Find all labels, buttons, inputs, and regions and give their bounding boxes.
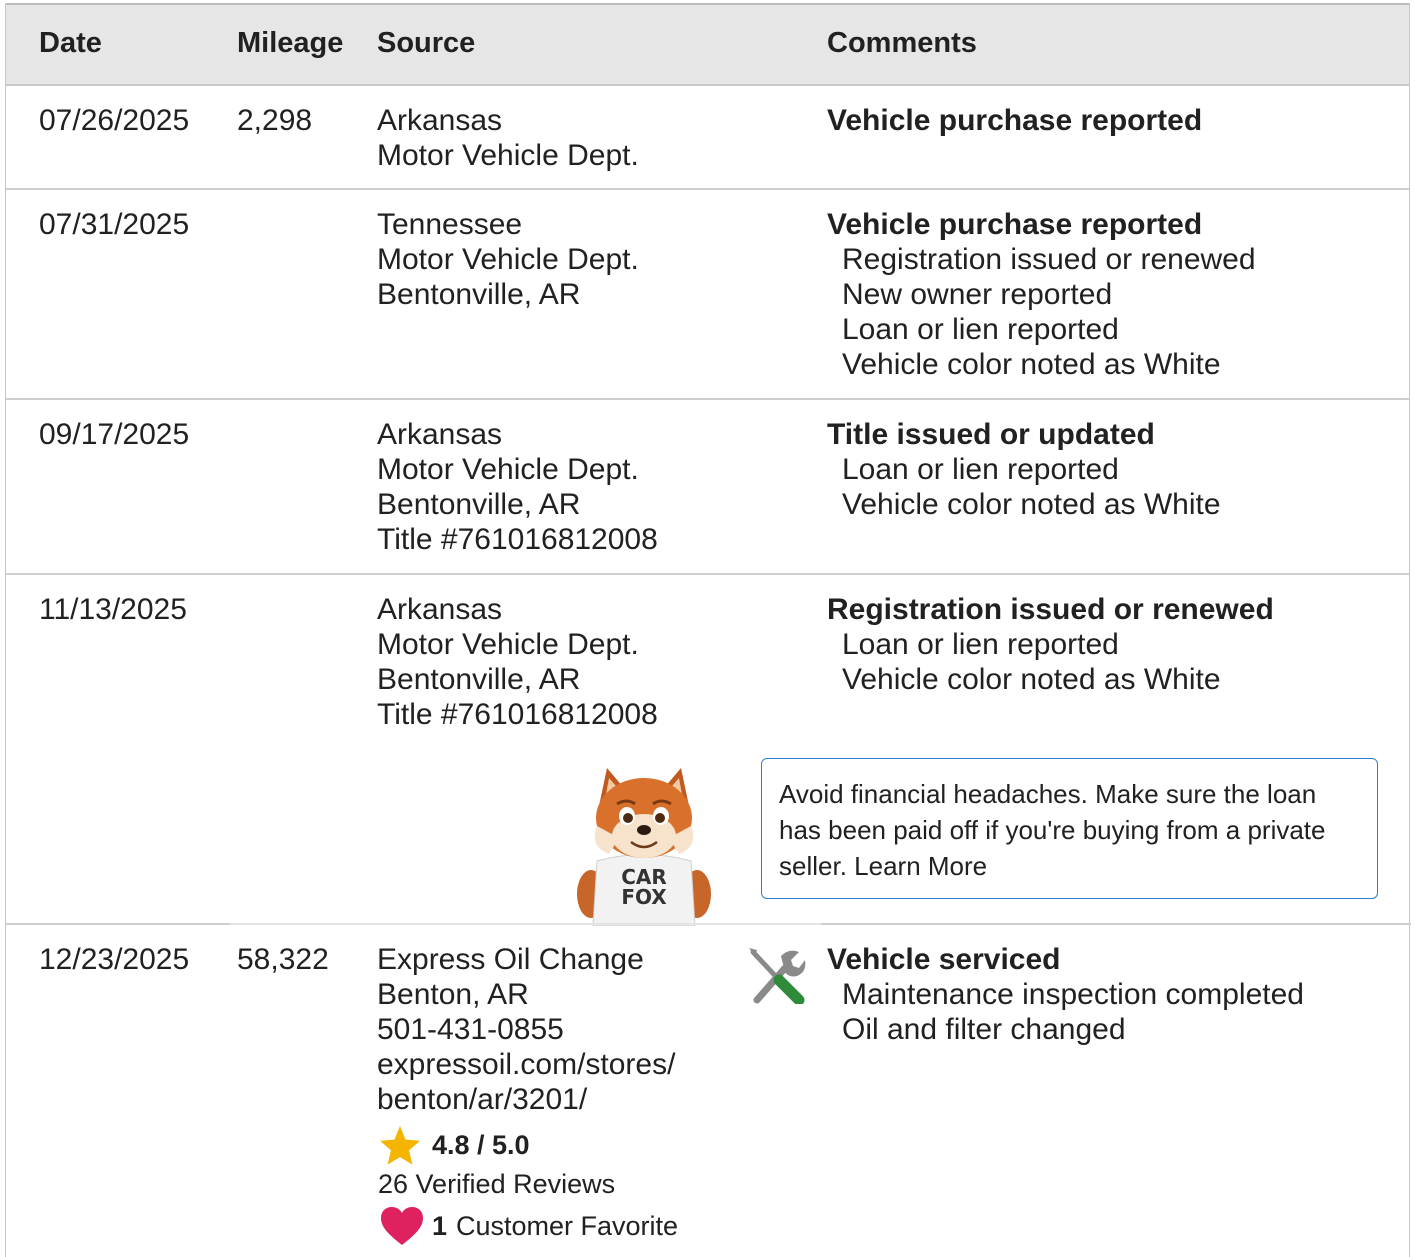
comment-detail: Vehicle color noted as White [842,348,1221,381]
row-date: 12/23/2025 [39,943,190,976]
source-line: Tennessee [377,208,523,241]
comment-title: Vehicle purchase reported [827,104,1203,137]
carfox-mascot-icon: CAR FOX [577,768,711,926]
table-header: Date Mileage Source Comments [6,3,1409,86]
row-mileage: 2,298 [237,104,313,137]
wrench-screwdriver-icon [749,948,806,1004]
comment-detail: Loan or lien reported [842,628,1119,661]
table-row: 12/23/2025 58,322 Express Oil Change Ben… [6,925,1409,1257]
row-source: Express Oil Change Benton, AR 501-431-08… [377,942,675,1117]
source-line: Title #761016812008 [377,523,658,556]
comment-detail: Vehicle color noted as White [842,663,1221,696]
header-mileage: Mileage [237,27,344,59]
mascot-shirt-line2: FOX [621,885,667,909]
learn-more-link[interactable]: Learn More [854,851,987,881]
comment-detail: Vehicle color noted as White [842,488,1221,521]
row-source: Arkansas Motor Vehicle Dept. [377,103,639,173]
header-comments: Comments [827,27,977,59]
source-line: Motor Vehicle Dept. [377,139,639,172]
source-line: Arkansas [377,104,503,137]
comment-title: Registration issued or renewed [827,593,1274,626]
comment-title: Title issued or updated [827,418,1155,451]
comment-detail: Loan or lien reported [842,313,1119,346]
source-line: Arkansas [377,593,503,626]
row-date: 07/26/2025 [39,104,190,137]
comment-detail: Oil and filter changed [842,1013,1126,1046]
row-comments: Registration issued or renewed Loan or l… [827,592,1274,697]
source-phone: 501-431-0855 [377,1013,564,1046]
comment-detail: Loan or lien reported [842,453,1119,486]
heart-icon [381,1207,423,1245]
row-comments: Vehicle purchase reported Registration i… [827,207,1256,382]
source-line: Bentonville, AR [377,278,581,311]
comment-detail: New owner reported [842,278,1113,311]
vehicle-history-table: Date Mileage Source Comments 07/26/2025 … [5,3,1411,1257]
source-line: Motor Vehicle Dept. [377,453,639,486]
comment-title: Vehicle purchase reported [827,208,1203,241]
row-date: 09/17/2025 [39,418,190,451]
source-line: Benton, AR [377,978,529,1011]
source-shop-name: Express Oil Change [377,943,644,976]
comment-detail: Registration issued or renewed [842,243,1256,276]
header-source: Source [377,27,476,59]
table-row: 09/17/2025 Arkansas Motor Vehicle Dept. … [6,400,1409,573]
star-icon [380,1126,420,1165]
comment-detail: Maintenance inspection completed [842,978,1304,1011]
favorite-count: 1 [432,1211,448,1241]
source-url-line[interactable]: expressoil.com/stores/ [377,1047,675,1082]
row-source: Arkansas Motor Vehicle Dept. Bentonville… [377,592,658,732]
loan-advice-callout: Avoid financial headaches. Make sure the… [761,758,1378,899]
row-comments: Vehicle serviced Maintenance inspection … [827,942,1304,1047]
table-row: 07/31/2025 Tennessee Motor Vehicle Dept.… [6,190,1409,399]
source-line: Bentonville, AR [377,663,581,696]
table-row: 07/26/2025 2,298 Arkansas Motor Vehicle … [6,86,1409,189]
source-line: Motor Vehicle Dept. [377,628,639,661]
comment-title: Vehicle serviced [827,943,1061,976]
row-mileage: 58,322 [237,943,329,976]
rating-value: 4.8 / 5.0 [432,1130,530,1160]
row-source: Tennessee Motor Vehicle Dept. Bentonvill… [377,207,639,312]
row-comments: Vehicle purchase reported [827,103,1202,138]
source-url-line[interactable]: benton/ar/3201/ [377,1082,675,1117]
header-date: Date [39,27,102,59]
source-line: Motor Vehicle Dept. [377,243,639,276]
row-date: 11/13/2025 [39,593,187,626]
favorite-label: Customer Favorite [456,1211,679,1241]
source-line: Title #761016812008 [377,698,658,731]
row-date: 07/31/2025 [39,208,190,241]
row-source: Arkansas Motor Vehicle Dept. Bentonville… [377,417,658,557]
source-line: Bentonville, AR [377,488,581,521]
row-comments: Title issued or updated Loan or lien rep… [827,417,1221,522]
source-line: Arkansas [377,418,503,451]
verified-reviews-link[interactable]: 26 Verified Reviews [378,1169,615,1200]
